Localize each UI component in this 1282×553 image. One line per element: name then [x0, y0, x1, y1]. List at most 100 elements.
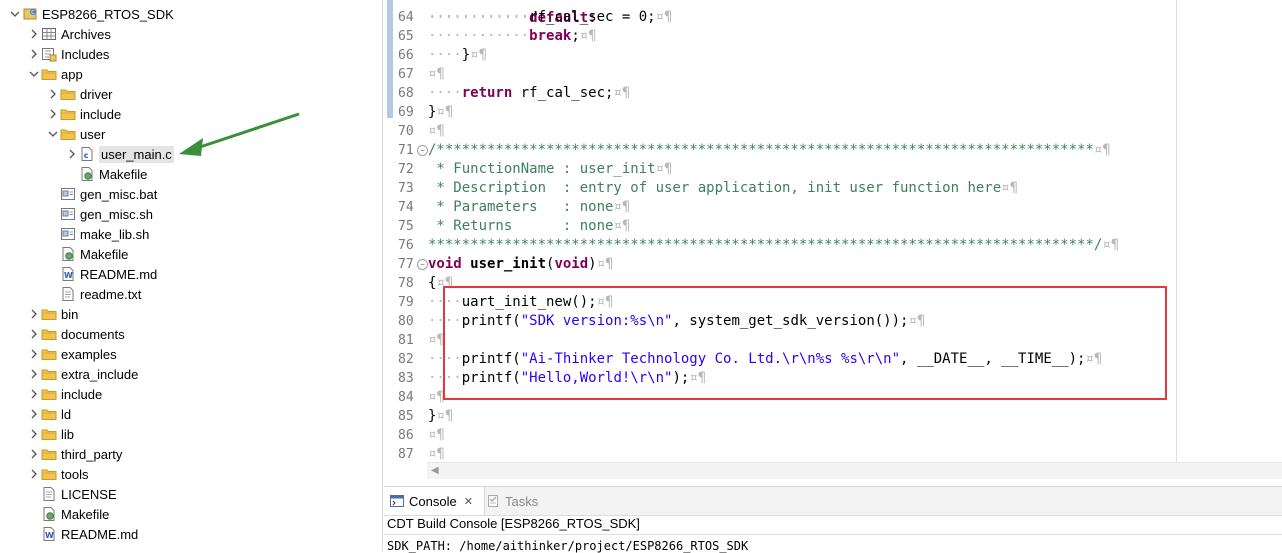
chevron-right-icon[interactable]: [27, 444, 41, 464]
chevron-right-icon[interactable]: [27, 304, 41, 324]
chevron-right-icon[interactable]: [27, 44, 41, 64]
code-text: ············rf_cal_sec = 0;¤¶: [428, 9, 673, 25]
code-text: * Description : entry of user applicatio…: [428, 180, 1019, 196]
chevron-right-icon[interactable]: [65, 144, 79, 164]
tree-item[interactable]: Makefile: [27, 504, 109, 524]
code-line[interactable]: 77− void user_init(void)¤¶: [384, 255, 1282, 274]
folder-icon: [41, 66, 57, 82]
code-line[interactable]: 72 * FunctionName : user_init¤¶: [384, 160, 1282, 179]
code-line[interactable]: 70 ¤¶: [384, 122, 1282, 141]
line-number: 64: [398, 10, 414, 25]
tree-item[interactable]: Archives: [27, 24, 111, 44]
chevron-right-icon[interactable]: [46, 104, 60, 124]
tree-item[interactable]: W README.md: [27, 524, 138, 544]
code-line[interactable]: 71−/************************************…: [384, 141, 1282, 160]
tree-item-label: Makefile: [99, 166, 148, 182]
folder-icon: [41, 446, 57, 462]
tree-item[interactable]: W README.md: [46, 264, 157, 284]
line-number: 76: [398, 238, 414, 253]
tree-item[interactable]: include: [46, 104, 121, 124]
tree-item-label: bin: [61, 306, 79, 322]
chevron-down-icon[interactable]: [8, 4, 22, 24]
code-line[interactable]: 76 **************************************…: [384, 236, 1282, 255]
tree-item-label: README.md: [80, 266, 158, 282]
tab-console[interactable]: Console ✕: [384, 487, 485, 515]
fold-toggle-icon[interactable]: −: [417, 145, 428, 156]
code-line[interactable]: 67 ¤¶: [384, 65, 1282, 84]
code-line[interactable]: 86 ¤¶: [384, 426, 1282, 445]
tree-item[interactable]: documents: [27, 324, 125, 344]
code-line[interactable]: 74 * Parameters : none¤¶: [384, 198, 1282, 217]
tree-item[interactable]: user: [46, 124, 105, 144]
tree-item[interactable]: readme.txt: [46, 284, 141, 304]
code-line[interactable]: 69}¤¶: [384, 103, 1282, 122]
svg-text:W: W: [45, 531, 54, 540]
tree-item[interactable]: extra_include: [27, 364, 138, 384]
tree-item[interactable]: lib: [27, 424, 74, 444]
tree-item-label: documents: [61, 326, 125, 342]
console-icon: [390, 495, 404, 507]
tree-item-label: examples: [61, 346, 117, 362]
line-number: 79: [398, 295, 414, 310]
makefile-icon: [60, 246, 76, 262]
tree-item[interactable]: gen_misc.bat: [46, 184, 157, 204]
makefile-icon: [41, 506, 57, 522]
annotation-arrow: [179, 112, 300, 156]
code-text: ¤¶: [428, 427, 445, 443]
archives-icon: [41, 26, 57, 42]
tree-item[interactable]: make_lib.sh: [46, 224, 149, 244]
tree-item[interactable]: tools: [27, 464, 88, 484]
horizontal-scrollbar[interactable]: ◀: [427, 462, 1282, 479]
chevron-right-icon[interactable]: [27, 324, 41, 344]
tree-item[interactable]: C ESP8266_RTOS_SDK: [8, 4, 174, 24]
tree-item-label: Archives: [61, 26, 111, 42]
explorer-divider[interactable]: [382, 0, 383, 551]
tree-item[interactable]: Makefile: [65, 164, 147, 184]
chevron-right-icon[interactable]: [27, 344, 41, 364]
folder-icon: [41, 326, 57, 342]
project-explorer: C ESP8266_RTOS_SDK Archives Includes app driv…: [0, 0, 382, 551]
tree-item[interactable]: third_party: [27, 444, 122, 464]
text-file-icon: [60, 286, 76, 302]
code-text: ¤¶: [428, 66, 445, 82]
close-icon[interactable]: ✕: [464, 495, 473, 508]
tree-item-selected[interactable]: c user_main.c: [65, 144, 174, 164]
tree-item[interactable]: LICENSE: [27, 484, 117, 504]
chevron-right-icon[interactable]: [27, 464, 41, 484]
tree-item[interactable]: Includes: [27, 44, 109, 64]
tab-tasks[interactable]: Tasks: [486, 487, 538, 515]
script-file-icon: [60, 186, 76, 202]
code-line[interactable]: 65 ············break;¤¶: [384, 27, 1282, 46]
chevron-right-icon[interactable]: [27, 404, 41, 424]
code-text: ············break;¤¶: [428, 28, 597, 44]
chevron-right-icon[interactable]: [46, 84, 60, 104]
word-file-icon: W: [60, 266, 76, 282]
chevron-right-icon[interactable]: [27, 384, 41, 404]
scroll-left-icon[interactable]: ◀: [431, 465, 439, 476]
chevron-down-icon[interactable]: [46, 124, 60, 144]
code-line[interactable]: 73 * Description : entry of user applica…: [384, 179, 1282, 198]
code-line[interactable]: 66 ····}¤¶: [384, 46, 1282, 65]
chevron-right-icon[interactable]: [27, 24, 41, 44]
chevron-down-icon[interactable]: [27, 64, 41, 84]
code-line[interactable]: 85}¤¶: [384, 407, 1282, 426]
fold-toggle-icon[interactable]: −: [417, 259, 428, 270]
code-editor[interactable]: ············default: 64 ············rf_ca…: [384, 0, 1282, 478]
tree-item-label: tools: [61, 466, 89, 482]
chevron-right-icon[interactable]: [27, 424, 41, 444]
tree-item[interactable]: bin: [27, 304, 78, 324]
code-line[interactable]: 64 ············rf_cal_sec = 0;¤¶: [384, 8, 1282, 27]
tree-item-label: Makefile: [61, 506, 110, 522]
chevron-right-icon[interactable]: [27, 364, 41, 384]
tree-item-label: ESP8266_RTOS_SDK: [42, 6, 174, 22]
tree-item[interactable]: ld: [27, 404, 71, 424]
tree-item[interactable]: gen_misc.sh: [46, 204, 153, 224]
code-line[interactable]: 75 * Returns : none¤¶: [384, 217, 1282, 236]
tree-item[interactable]: Makefile: [46, 244, 128, 264]
code-line[interactable]: 68 ····return rf_cal_sec;¤¶: [384, 84, 1282, 103]
tree-item[interactable]: driver: [46, 84, 113, 104]
tree-item[interactable]: app: [27, 64, 83, 84]
tree-item[interactable]: examples: [27, 344, 117, 364]
text-file-icon: [41, 486, 57, 502]
tree-item[interactable]: include: [27, 384, 102, 404]
